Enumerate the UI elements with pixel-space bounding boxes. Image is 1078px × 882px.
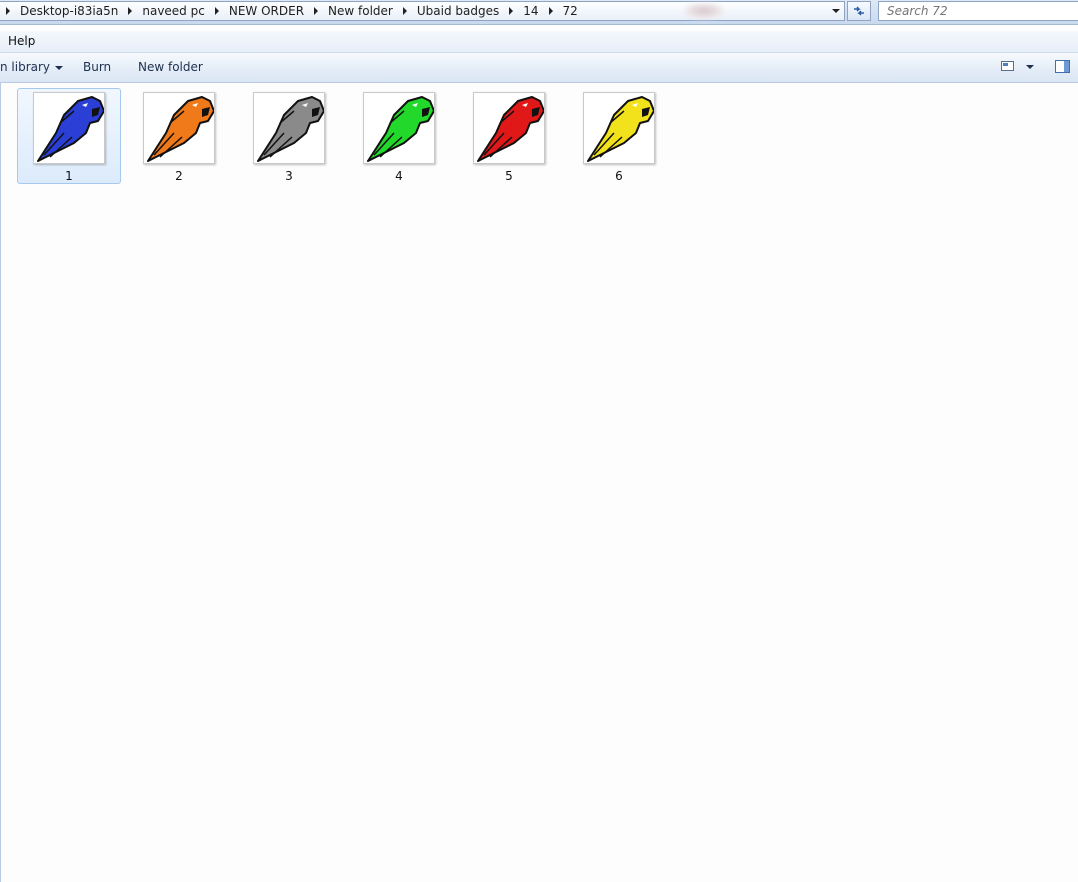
chevron-down-icon <box>55 65 64 70</box>
address-bar-row: Desktop-i83ia5n naveed pc NEW ORDER New … <box>0 0 1078 25</box>
breadcrumb-desktop[interactable]: Desktop-i83ia5n <box>16 2 122 20</box>
panther-badge-graphic <box>37 96 104 162</box>
change-view-icon[interactable] <box>1001 61 1014 71</box>
panther-badge-graphic <box>587 96 654 162</box>
menu-bar: Help <box>0 31 1078 53</box>
breadcrumb-separator-icon[interactable] <box>397 2 413 20</box>
breadcrumb-separator-icon[interactable] <box>122 2 138 20</box>
include-in-library-label: n library <box>0 60 51 74</box>
file-item[interactable]: 3 <box>237 88 341 184</box>
file-name: 4 <box>395 169 403 183</box>
file-name: 1 <box>65 169 73 183</box>
refresh-icon[interactable] <box>847 1 871 21</box>
file-name: 5 <box>505 169 513 183</box>
view-options-chevron-down-icon[interactable] <box>1026 65 1034 69</box>
panther-badge-graphic <box>367 96 434 162</box>
panther-badge-graphic <box>147 96 214 162</box>
include-in-library-button[interactable]: n library <box>0 59 64 75</box>
burn-button[interactable]: Burn <box>83 59 111 75</box>
preview-pane-icon[interactable] <box>1055 60 1070 73</box>
menu-help[interactable]: Help <box>8 34 35 49</box>
panther-badge-thumbnail <box>583 92 655 164</box>
search-input[interactable] <box>878 1 1078 21</box>
file-name: 3 <box>285 169 293 183</box>
breadcrumb-separator-icon[interactable] <box>543 2 559 20</box>
command-bar: n library Burn New folder <box>0 53 1078 83</box>
panther-badge-thumbnail <box>363 92 435 164</box>
panther-badge-graphic <box>477 96 544 162</box>
panther-badge-thumbnail <box>253 92 325 164</box>
file-item[interactable]: 4 <box>347 88 451 184</box>
breadcrumb-ubaid-badges[interactable]: Ubaid badges <box>413 2 503 20</box>
breadcrumb-separator-icon[interactable] <box>0 2 16 20</box>
file-name: 2 <box>175 169 183 183</box>
breadcrumb-separator-icon[interactable] <box>503 2 519 20</box>
file-item[interactable]: 5 <box>457 88 561 184</box>
breadcrumb-72[interactable]: 72 <box>559 2 582 20</box>
address-history-dropdown-icon[interactable] <box>828 2 844 20</box>
file-item[interactable]: 6 <box>567 88 671 184</box>
breadcrumb-separator-icon[interactable] <box>308 2 324 20</box>
breadcrumb-naveed-pc[interactable]: naveed pc <box>138 2 208 20</box>
panther-badge-thumbnail <box>473 92 545 164</box>
panther-badge-thumbnail <box>33 92 105 164</box>
file-list-view[interactable]: 1 2 3 4 5 6 <box>0 83 1078 882</box>
breadcrumb-new-order[interactable]: NEW ORDER <box>225 2 308 20</box>
breadcrumb-14[interactable]: 14 <box>519 2 542 20</box>
breadcrumb-separator-icon[interactable] <box>209 2 225 20</box>
new-folder-button[interactable]: New folder <box>138 59 203 75</box>
file-item[interactable]: 1 <box>17 88 121 184</box>
panther-badge-thumbnail <box>143 92 215 164</box>
file-item[interactable]: 2 <box>127 88 231 184</box>
blurred-region <box>684 3 724 19</box>
breadcrumb-new-folder[interactable]: New folder <box>324 2 397 20</box>
file-name: 6 <box>615 169 623 183</box>
panther-badge-graphic <box>257 96 324 162</box>
